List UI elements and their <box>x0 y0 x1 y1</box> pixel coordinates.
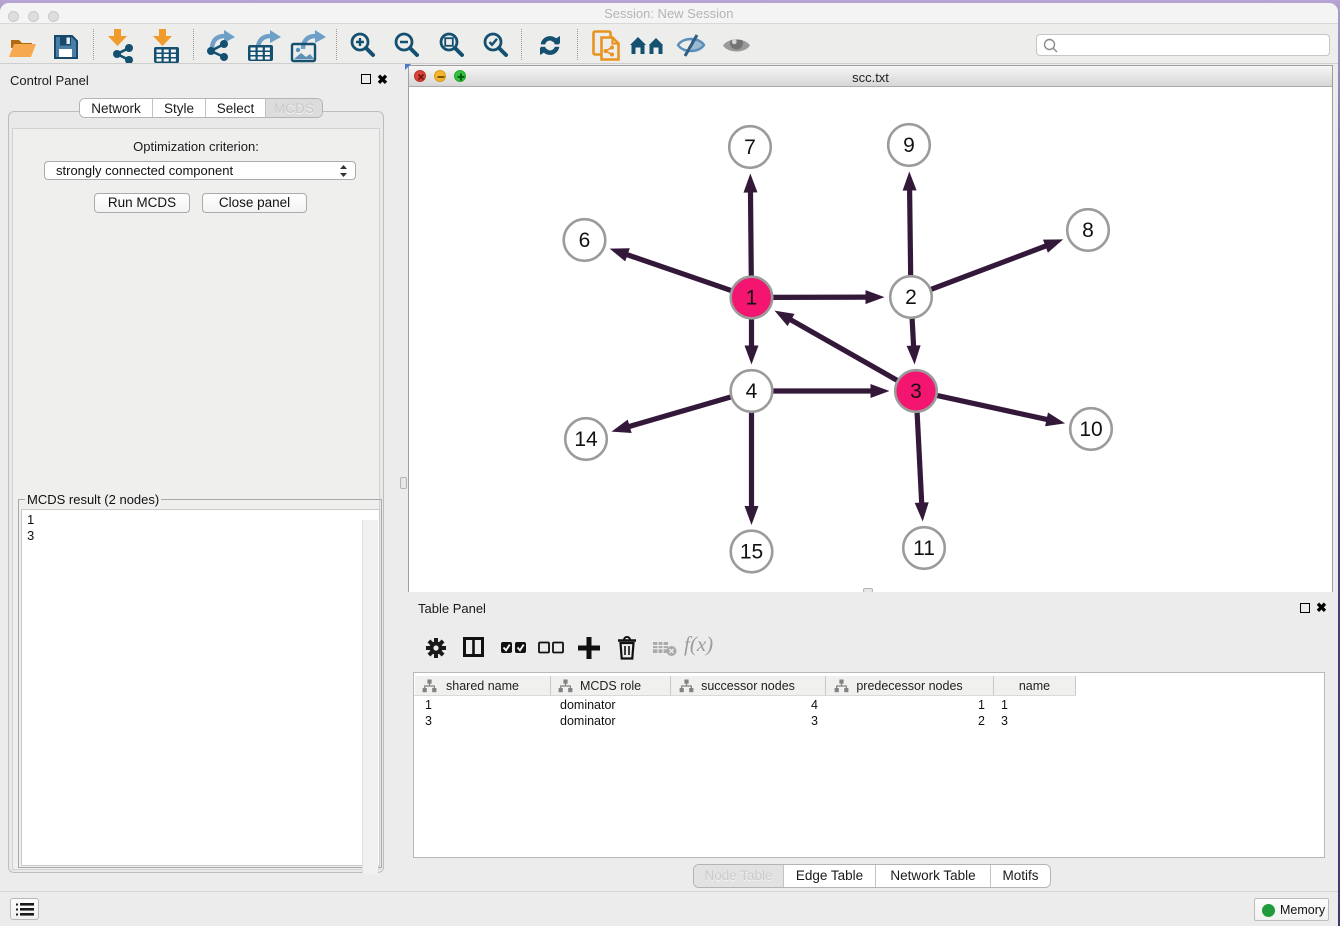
svg-text:2: 2 <box>905 286 917 309</box>
svg-text:9: 9 <box>903 134 915 157</box>
svg-text:8: 8 <box>1082 219 1094 242</box>
svg-text:4: 4 <box>746 380 758 403</box>
svg-text:7: 7 <box>744 136 756 159</box>
svg-text:11: 11 <box>913 537 935 560</box>
svg-text:14: 14 <box>574 428 598 451</box>
svg-text:1: 1 <box>746 286 758 309</box>
svg-text:3: 3 <box>910 380 922 403</box>
svg-text:6: 6 <box>579 229 591 252</box>
svg-text:10: 10 <box>1079 418 1102 441</box>
svg-text:15: 15 <box>740 540 763 563</box>
